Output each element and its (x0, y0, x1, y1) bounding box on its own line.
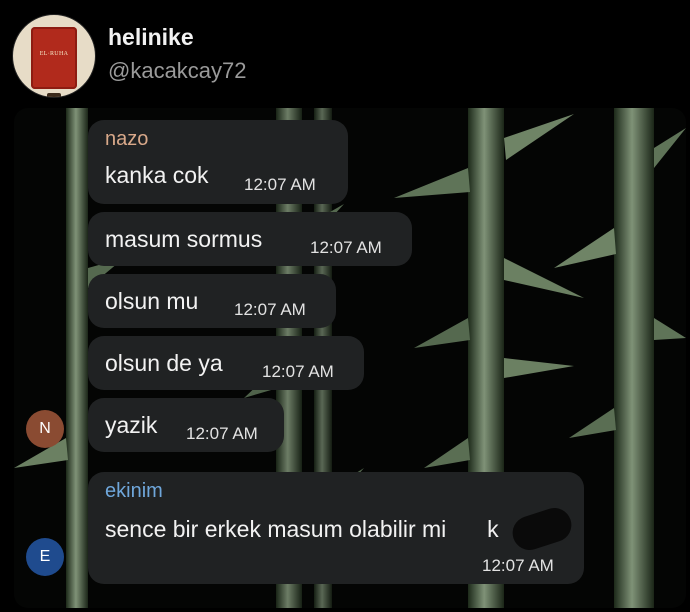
chat-header: EL·RUHA helinike @kacakcay72 (0, 0, 690, 110)
sender-avatar-e[interactable]: E (26, 538, 64, 576)
username[interactable]: @kacakcay72 (108, 58, 247, 84)
avatar-can-image (31, 27, 77, 89)
message-text-tail: k (487, 516, 499, 542)
avatar-logo-text: EL·RUHA (39, 51, 69, 57)
message-time: 12:07 AM (244, 175, 316, 194)
avatar-letter: N (39, 420, 51, 437)
sender-avatar-n[interactable]: N (26, 410, 64, 448)
chat-area[interactable]: nazo kanka cok 12:07 AM masum sormus 12:… (14, 108, 686, 608)
avatar-letter: E (39, 548, 51, 565)
message-bubble[interactable]: olsun mu 12:07 AM (88, 274, 336, 328)
message-time: 12:07 AM (186, 424, 258, 443)
profile-avatar[interactable]: EL·RUHA (12, 14, 96, 98)
message-time: 12:07 AM (262, 362, 334, 381)
message-text: olsun de ya (105, 350, 223, 376)
message-bubble[interactable]: yazik 12:07 AM (88, 398, 284, 452)
message-bubble[interactable]: nazo kanka cok 12:07 AM (88, 120, 348, 204)
message-time: 12:07 AM (234, 300, 306, 319)
message-time: 12:07 AM (482, 556, 554, 575)
message-text: kanka cok (105, 162, 209, 188)
message-text: yazik (105, 412, 158, 438)
message-text: sence bir erkek masum olabilir mi k (105, 516, 499, 543)
message-bubble[interactable]: masum sormus 12:07 AM (88, 212, 412, 266)
redaction-scribble (508, 503, 576, 555)
message-bubble[interactable]: olsun de ya 12:07 AM (88, 336, 364, 390)
message-text: olsun mu (105, 288, 199, 314)
sender-name[interactable]: nazo (105, 128, 148, 151)
avatar-cup-image (47, 93, 61, 97)
message-time: 12:07 AM (310, 238, 382, 257)
sender-name[interactable]: ekinim (105, 480, 163, 503)
display-name[interactable]: helinike (108, 24, 194, 51)
message-bubble[interactable]: ekinim sence bir erkek masum olabilir mi… (88, 472, 584, 584)
message-text-main: sence bir erkek masum olabilir mi (105, 516, 447, 542)
message-text: masum sormus (105, 226, 263, 252)
